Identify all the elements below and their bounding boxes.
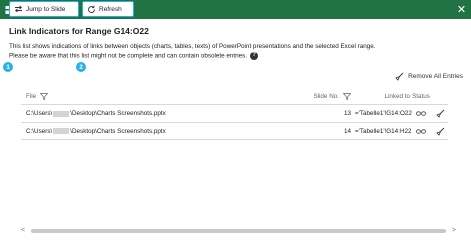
remove-all-label: Remove All Entries xyxy=(408,73,463,80)
description-line-2-text: Please be aware that this list might not… xyxy=(9,52,248,60)
description: This list shows indications of links bet… xyxy=(9,43,375,61)
column-header-slide[interactable]: Slide No. xyxy=(303,93,355,100)
scroll-right-icon[interactable]: > xyxy=(452,227,456,235)
callout-badge-1: 1 xyxy=(3,62,13,72)
remove-entry-button[interactable] xyxy=(432,109,448,118)
broom-icon xyxy=(435,109,444,118)
jump-to-slide-label: Jump to Slide xyxy=(26,5,66,13)
scroll-left-icon[interactable]: < xyxy=(21,227,25,235)
linked-range: ='Tabelle1'!G14:O22 xyxy=(355,110,412,117)
redacted-username xyxy=(53,128,70,134)
table-row[interactable]: C:\Users\ \Desktop\Charts Screenshots.pp… xyxy=(21,104,448,122)
file-cell: C:\Users\ \Desktop\Charts Screenshots.pp… xyxy=(21,110,303,117)
remove-entry-button[interactable] xyxy=(432,127,448,136)
column-header-file[interactable]: File xyxy=(21,93,303,100)
jump-to-slide-button[interactable]: Jump to Slide xyxy=(9,1,79,17)
column-header-file-label: File xyxy=(26,93,37,100)
slide-number: 14 xyxy=(343,127,351,135)
refresh-button[interactable]: Refresh xyxy=(82,1,134,17)
file-path-prefix: C:\Users\ xyxy=(26,127,53,135)
description-line-1: This list shows indications of links bet… xyxy=(9,43,376,50)
slide-number: 13 xyxy=(343,110,351,117)
link-table: File Slide No. Linked to Status C:\Users… xyxy=(21,89,448,140)
column-header-slide-label: Slide No. xyxy=(313,93,339,100)
linked-range: ='Tabelle1'!G14:H22 xyxy=(355,127,412,135)
close-button[interactable]: ✕ xyxy=(452,0,471,19)
jump-arrows-icon xyxy=(14,5,23,13)
description-line-2: Please be aware that this list might not… xyxy=(9,51,375,61)
column-header-linked[interactable]: Linked to xyxy=(355,93,410,100)
link-status-icon xyxy=(410,128,432,134)
filter-icon[interactable] xyxy=(343,93,351,100)
horizontal-scrollbar[interactable]: < > xyxy=(21,227,456,235)
link-status-icon xyxy=(410,111,432,116)
refresh-label: Refresh xyxy=(99,5,122,13)
scrollbar-thumb[interactable] xyxy=(31,229,446,233)
column-header-status[interactable]: Status xyxy=(410,93,432,100)
page-title: Link Indicators for Range G14:O22 xyxy=(9,26,149,36)
table-header: File Slide No. Linked to Status xyxy=(21,89,448,104)
file-path-prefix: C:\Users\ xyxy=(26,110,53,117)
remove-all-entries-button[interactable]: Remove All Entries xyxy=(395,72,463,81)
filter-icon[interactable] xyxy=(40,93,49,100)
redacted-username xyxy=(53,110,70,117)
file-cell: C:\Users\ \Desktop\Charts Screenshots.pp… xyxy=(21,128,303,135)
help-icon[interactable]: ? xyxy=(250,51,259,60)
file-path-suffix: \Desktop\Charts Screenshots.pptx xyxy=(70,110,166,117)
table-row[interactable]: C:\Users\ \Desktop\Charts Screenshots.pp… xyxy=(21,122,448,140)
refresh-icon xyxy=(88,5,95,13)
broom-icon xyxy=(435,127,444,136)
broom-icon xyxy=(395,72,404,81)
callout-badge-2: 2 xyxy=(76,62,86,72)
file-path-suffix: \Desktop\Charts Screenshots.pptx xyxy=(70,127,166,135)
